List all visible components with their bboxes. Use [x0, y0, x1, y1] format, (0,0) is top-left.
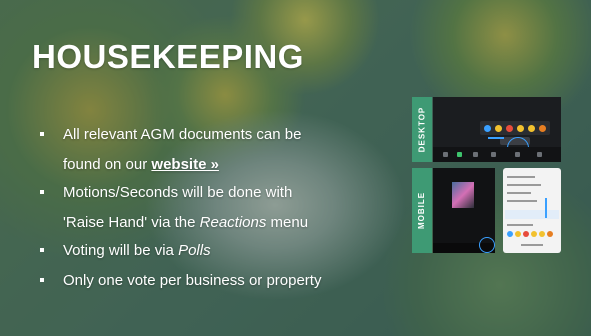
share-screen-icon — [457, 152, 462, 157]
arrow-icon — [488, 137, 504, 139]
mobile-screenshot-menu — [503, 168, 561, 253]
participants-icon — [473, 152, 478, 157]
bullet-text: Only one vote per business or property — [63, 272, 322, 289]
bullet-marker — [40, 278, 44, 282]
heart-emoji-icon — [523, 231, 529, 237]
bullet-text: found on our — [63, 156, 152, 173]
clap-emoji-icon — [507, 231, 513, 237]
menu-line — [507, 176, 535, 178]
desktop-toolbar — [433, 147, 561, 162]
surprise-emoji-icon — [539, 231, 545, 237]
bullet-text: menu — [266, 214, 309, 231]
mobile-label: MOBILE — [417, 191, 427, 230]
cancel-line — [521, 244, 543, 246]
mobile-label-tab: MOBILE — [412, 168, 432, 253]
desktop-screenshot — [433, 97, 561, 162]
thumbs-up-emoji-icon — [515, 231, 521, 237]
menu-line — [507, 200, 537, 202]
clap-emoji-icon — [484, 124, 491, 132]
website-link[interactable]: website » — [151, 156, 219, 173]
video-thumbnail — [452, 182, 474, 208]
bullet-list: All relevant AGM documents can be found … — [40, 124, 321, 300]
more-highlight-circle — [479, 237, 495, 253]
menu-line — [507, 184, 541, 186]
bullet-text: All relevant AGM documents can be — [63, 126, 302, 143]
chat-icon — [491, 152, 496, 157]
bullet-continuation: found on our website » — [40, 154, 321, 182]
emoji-row — [507, 231, 553, 237]
reactions-emphasis: Reactions — [199, 214, 267, 231]
bullet-item: Only one vote per business or property — [40, 270, 321, 300]
reactions-icon — [515, 152, 520, 157]
bullet-item: Motions/Seconds will be done with — [40, 182, 321, 212]
party-emoji-icon — [539, 124, 546, 132]
heart-emoji-icon — [506, 124, 513, 132]
bullet-marker — [40, 248, 44, 252]
thumbs-up-emoji-icon — [495, 124, 502, 132]
bullet-text: Motions/Seconds will be done with — [63, 184, 293, 201]
reactions-popup — [480, 121, 550, 135]
slide: HOUSEKEEPING All relevant AGM documents … — [0, 0, 591, 336]
bullet-text: Voting will be via — [63, 242, 179, 259]
slide-title: HOUSEKEEPING — [32, 38, 304, 75]
surprise-emoji-icon — [528, 124, 535, 132]
menu-line — [507, 224, 533, 226]
mobile-screenshot-meeting — [433, 168, 495, 253]
bullet-item: All relevant AGM documents can be — [40, 124, 321, 154]
laugh-emoji-icon — [517, 124, 524, 132]
more-icon — [537, 152, 542, 157]
desktop-label-tab: DESKTOP — [412, 97, 432, 162]
raise-hand-menu-item — [505, 210, 559, 219]
laugh-emoji-icon — [531, 231, 537, 237]
bullet-continuation: 'Raise Hand' via the Reactions menu — [40, 212, 321, 240]
menu-line — [507, 192, 531, 194]
bullet-text: 'Raise Hand' via the — [63, 214, 200, 231]
desktop-label: DESKTOP — [417, 106, 427, 153]
party-emoji-icon — [547, 231, 553, 237]
arrow-icon — [545, 198, 547, 218]
bullet-item: Voting will be via Polls — [40, 240, 321, 270]
mute-icon — [443, 152, 448, 157]
bullet-marker — [40, 132, 44, 136]
polls-emphasis: Polls — [178, 242, 211, 259]
bullet-marker — [40, 190, 44, 194]
